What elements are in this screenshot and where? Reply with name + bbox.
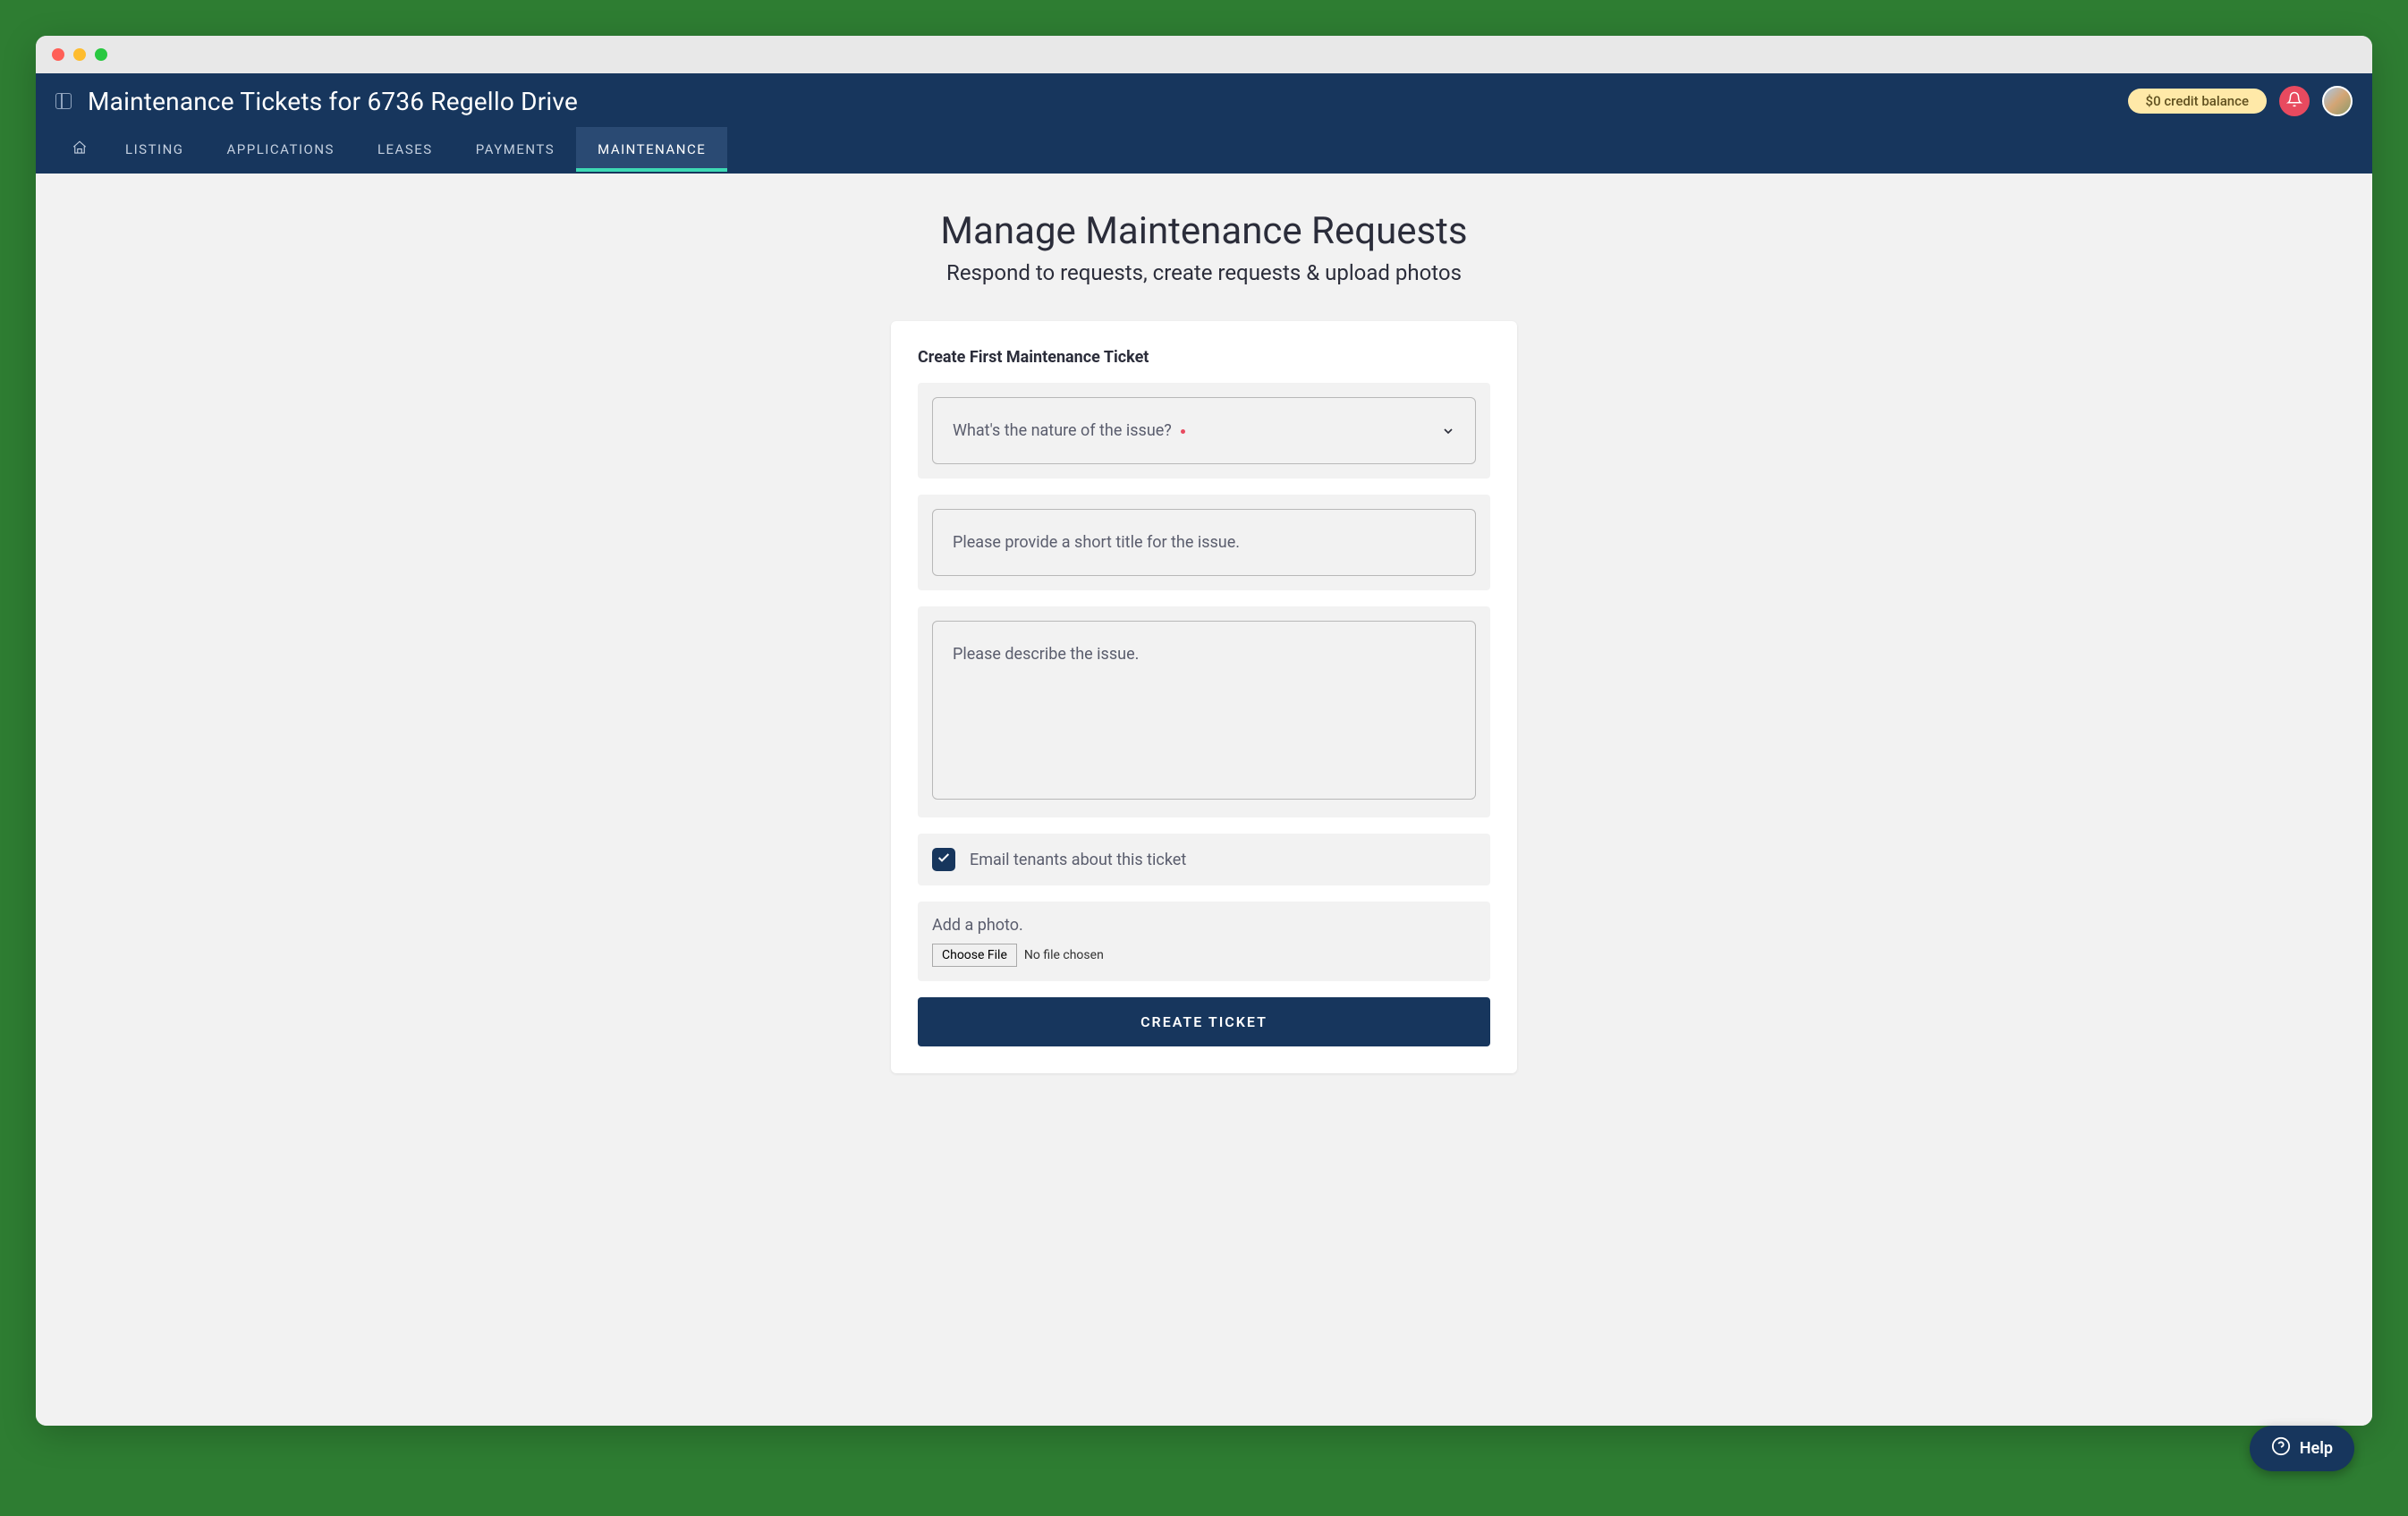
nav-tab-maintenance[interactable]: MAINTENANCE (576, 127, 727, 172)
window-close-button[interactable] (52, 48, 64, 61)
file-status-text: No file chosen (1024, 948, 1104, 962)
content-title: Manage Maintenance Requests (54, 209, 2354, 253)
help-icon (2271, 1436, 2291, 1461)
issue-description-textarea[interactable] (932, 621, 1476, 800)
card-title: Create First Maintenance Ticket (918, 348, 1490, 367)
content-subtitle: Respond to requests, create requests & u… (54, 260, 2354, 285)
check-icon (937, 851, 951, 868)
help-label: Help (2300, 1439, 2333, 1458)
nav-home-button[interactable] (55, 125, 104, 174)
credit-balance-badge[interactable]: $0 credit balance (2128, 89, 2267, 114)
add-photo-label: Add a photo. (932, 916, 1476, 935)
issue-title-input[interactable] (932, 509, 1476, 576)
help-button[interactable]: Help (2250, 1426, 2354, 1471)
nav-tab-leases[interactable]: LEASES (356, 127, 454, 172)
bell-icon (2286, 91, 2302, 111)
issue-nature-select[interactable]: What's the nature of the issue? (932, 397, 1476, 464)
required-indicator-icon (1181, 429, 1185, 434)
window-maximize-button[interactable] (95, 48, 107, 61)
email-tenants-label: Email tenants about this ticket (970, 851, 1186, 869)
window-minimize-button[interactable] (73, 48, 86, 61)
choose-file-button[interactable]: Choose File (932, 944, 1017, 967)
page-title: Maintenance Tickets for 6736 Regello Dri… (88, 87, 578, 116)
email-tenants-checkbox[interactable] (932, 848, 955, 871)
window-titlebar (36, 36, 2372, 73)
nav-tab-applications[interactable]: APPLICATIONS (206, 127, 356, 172)
home-icon (72, 142, 88, 159)
chevron-down-icon (1441, 424, 1455, 438)
sidebar-toggle-icon[interactable] (55, 93, 72, 109)
notifications-button[interactable] (2279, 86, 2310, 116)
user-avatar[interactable] (2322, 86, 2353, 116)
create-ticket-card: Create First Maintenance Ticket What's t… (891, 321, 1517, 1073)
nav-tabs: LISTING APPLICATIONS LEASES PAYMENTS MAI… (55, 125, 2353, 174)
create-ticket-button[interactable]: CREATE TICKET (918, 997, 1490, 1046)
issue-nature-label: What's the nature of the issue? (953, 421, 1172, 440)
nav-tab-payments[interactable]: PAYMENTS (454, 127, 576, 172)
nav-tab-listing[interactable]: LISTING (104, 127, 206, 172)
